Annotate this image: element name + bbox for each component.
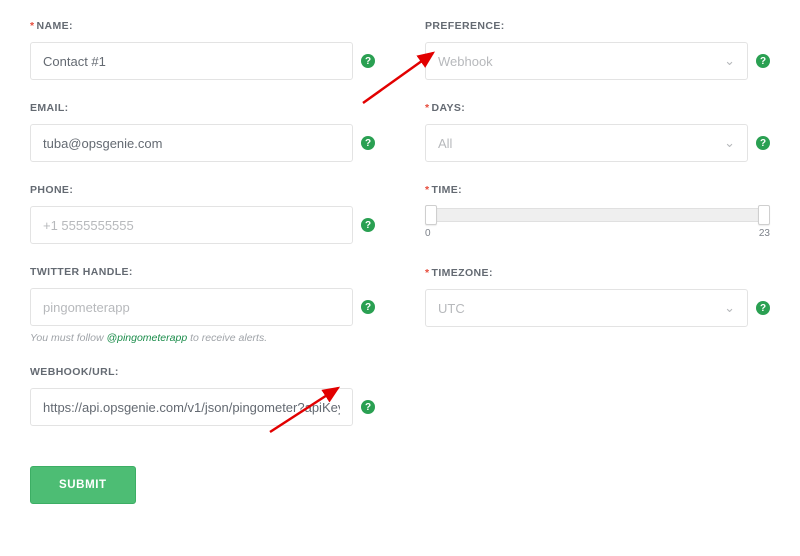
- field-preference: PREFERENCE: Webhook ⌄ ?: [425, 20, 770, 80]
- field-timezone: *TIMEZONE: UTC ⌄ ?: [425, 267, 770, 327]
- preference-value: Webhook: [438, 54, 493, 69]
- left-column: *NAME: ? EMAIL: ? PHONE: ? TWITTER: [30, 20, 375, 504]
- field-email: EMAIL: ?: [30, 102, 375, 162]
- days-select[interactable]: All ⌄: [425, 124, 748, 162]
- days-value: All: [438, 136, 452, 151]
- help-icon[interactable]: ?: [756, 136, 770, 150]
- twitter-label: TWITTER HANDLE:: [30, 266, 375, 278]
- help-icon[interactable]: ?: [361, 218, 375, 232]
- help-icon[interactable]: ?: [361, 400, 375, 414]
- time-label: *TIME:: [425, 184, 770, 196]
- name-input[interactable]: [30, 42, 353, 80]
- help-icon[interactable]: ?: [361, 54, 375, 68]
- twitter-input[interactable]: [30, 288, 353, 326]
- preference-select[interactable]: Webhook ⌄: [425, 42, 748, 80]
- help-icon[interactable]: ?: [756, 301, 770, 315]
- phone-input[interactable]: [30, 206, 353, 244]
- required-indicator: *: [425, 267, 430, 279]
- twitter-handle-link[interactable]: @pingometerapp: [106, 332, 187, 344]
- time-slider-max-handle[interactable]: [758, 205, 770, 225]
- email-label: EMAIL:: [30, 102, 375, 114]
- right-column: PREFERENCE: Webhook ⌄ ? *DAYS: All ⌄ ?: [425, 20, 770, 504]
- days-label: *DAYS:: [425, 102, 770, 114]
- required-indicator: *: [425, 102, 430, 114]
- timezone-select[interactable]: UTC ⌄: [425, 289, 748, 327]
- preference-label: PREFERENCE:: [425, 20, 770, 32]
- help-icon[interactable]: ?: [361, 300, 375, 314]
- field-time: *TIME: 0 23: [425, 184, 770, 239]
- field-phone: PHONE: ?: [30, 184, 375, 244]
- field-twitter: TWITTER HANDLE: ? You must follow @pingo…: [30, 266, 375, 344]
- field-webhook: WEBHOOK/URL: ?: [30, 366, 375, 426]
- chevron-down-icon: ⌄: [724, 53, 735, 69]
- chevron-down-icon: ⌄: [724, 135, 735, 151]
- field-days: *DAYS: All ⌄ ?: [425, 102, 770, 162]
- submit-button[interactable]: SUBMIT: [30, 466, 136, 504]
- webhook-label: WEBHOOK/URL:: [30, 366, 375, 378]
- time-slider-min-handle[interactable]: [425, 205, 437, 225]
- email-input[interactable]: [30, 124, 353, 162]
- time-max-label: 23: [759, 228, 770, 239]
- field-name: *NAME: ?: [30, 20, 375, 80]
- help-icon[interactable]: ?: [756, 54, 770, 68]
- twitter-hint: You must follow @pingometerapp to receiv…: [30, 332, 375, 344]
- required-indicator: *: [425, 184, 430, 196]
- required-indicator: *: [30, 20, 35, 32]
- timezone-label: *TIMEZONE:: [425, 267, 770, 279]
- time-slider[interactable]: [425, 208, 770, 222]
- chevron-down-icon: ⌄: [724, 300, 735, 316]
- phone-label: PHONE:: [30, 184, 375, 196]
- help-icon[interactable]: ?: [361, 136, 375, 150]
- name-label: *NAME:: [30, 20, 375, 32]
- timezone-value: UTC: [438, 301, 465, 316]
- webhook-input[interactable]: [30, 388, 353, 426]
- time-min-label: 0: [425, 228, 431, 239]
